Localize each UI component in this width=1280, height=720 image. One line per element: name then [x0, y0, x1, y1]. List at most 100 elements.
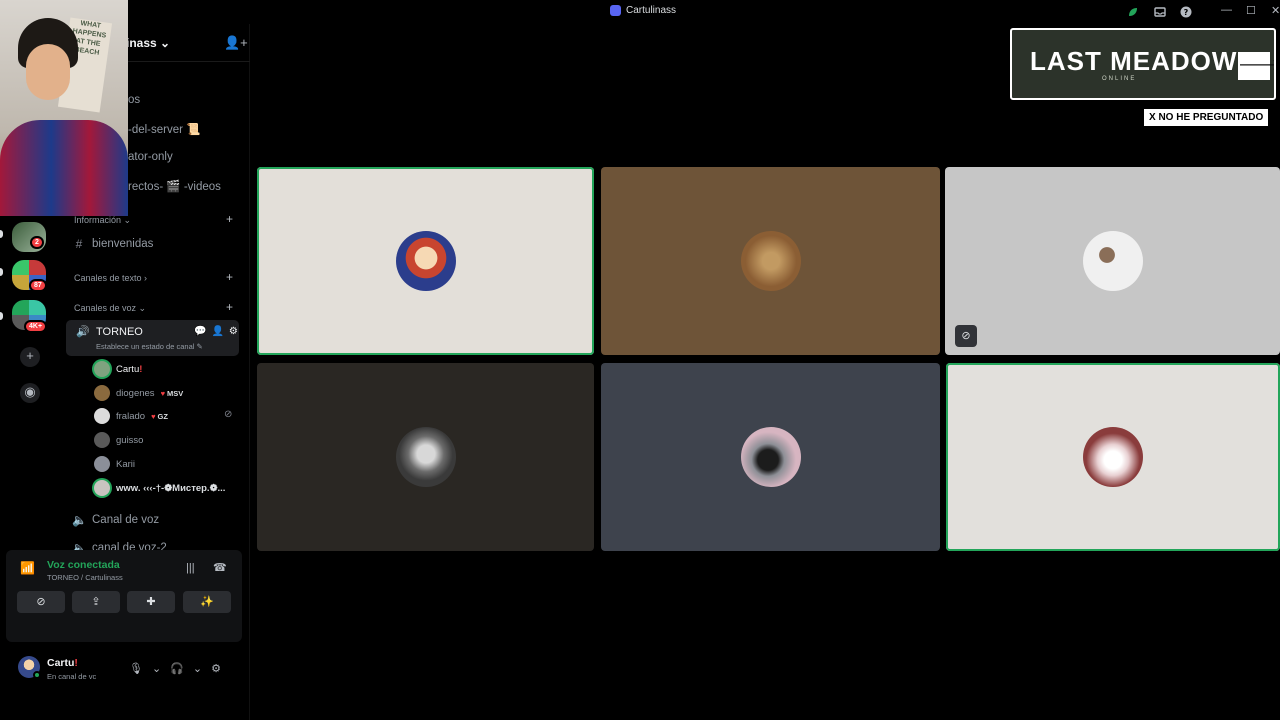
gear-icon[interactable]: ⚙	[229, 326, 238, 337]
server-badge-3: 4K+	[24, 320, 48, 333]
channel-label: ator-only	[128, 151, 173, 163]
video-tile[interactable]: ⊘	[945, 167, 1280, 355]
create-channel-icon[interactable]: +	[226, 212, 233, 226]
avatar[interactable]	[18, 656, 41, 679]
voice-connected-subtitle[interactable]: TORNEO / Cartulinass	[47, 573, 123, 582]
channel-item[interactable]: -del-server 📜	[128, 122, 200, 136]
channel-item[interactable]: os	[128, 94, 140, 106]
muted-mic-icon: ⊘	[955, 325, 977, 347]
server-badge-2: 87	[29, 279, 47, 292]
channel-label: bienvenidas	[92, 238, 154, 250]
explore-compass-icon[interactable]: ◉	[20, 383, 40, 403]
user-status: En canal de vc	[47, 672, 97, 681]
camera-off-button[interactable]: ⊘	[17, 591, 65, 613]
server-name: inass ⌄	[126, 36, 171, 50]
add-server-icon[interactable]: +	[20, 347, 40, 367]
category-text-channels[interactable]: Canales de texto ›	[74, 273, 147, 283]
noise-suppression-icon[interactable]: |||	[186, 562, 195, 574]
create-channel-icon[interactable]: +	[226, 270, 233, 284]
online-status-dot	[33, 671, 41, 679]
avatar	[94, 480, 110, 496]
invite-people-icon[interactable]: 👤+	[224, 35, 248, 51]
chevron-down-icon[interactable]: ⌄	[193, 662, 202, 675]
gear-icon[interactable]: ⚙	[211, 662, 221, 675]
chevron-down-icon[interactable]: ⌄	[152, 662, 161, 675]
avatar	[740, 231, 801, 291]
channel-label: rectos- 🎬 -videos	[128, 181, 221, 193]
voice-channel-item[interactable]: 🔈 Canal de voz	[72, 513, 159, 527]
video-tile[interactable]	[257, 363, 594, 551]
text-channel-hash-icon: #	[75, 237, 83, 251]
voice-member[interactable]: Cartu!	[94, 361, 142, 377]
member-flag: !	[139, 363, 143, 375]
voice-connection-panel: 📶 Voz conectada TORNEO / Cartulinass |||…	[6, 550, 242, 642]
member-name: Cartu	[116, 363, 140, 375]
minimize-button[interactable]: —	[1221, 4, 1232, 16]
invite-icon[interactable]: 👤	[211, 326, 223, 337]
category-info[interactable]: Información ⌄	[74, 215, 131, 226]
heart-icon: ♥	[151, 411, 156, 421]
disconnect-icon[interactable]: ☎	[213, 561, 227, 574]
banner-subtitle: ONLINE	[1102, 76, 1137, 82]
server-indicator	[0, 230, 3, 238]
close-window-button[interactable]: ✕	[1271, 4, 1280, 17]
voice-channel-torneo[interactable]: 🔊 TORNEO Establece un estado de canal ✎ …	[66, 320, 239, 356]
category-voice-channels[interactable]: Canales de voz ⌄	[74, 303, 146, 314]
voice-member[interactable]: diogenes ♥ MSV	[94, 385, 183, 401]
speaker-icon: 🔈	[72, 513, 87, 527]
voice-member[interactable]: www. ‹‹‹-†-❁Мистер.❁...	[94, 480, 225, 496]
window-title: Cartulinass	[610, 5, 676, 16]
streamer-face	[26, 44, 70, 100]
member-name: Karii	[116, 458, 136, 470]
server-indicator	[0, 268, 3, 276]
screen-share-button[interactable]: ⇪	[72, 591, 120, 613]
voice-connected-title[interactable]: Voz conectada	[47, 559, 120, 571]
video-tile[interactable]	[257, 167, 594, 355]
member-name: fralado	[116, 410, 146, 422]
arrow-right-icon[interactable]: 🡒	[1238, 52, 1274, 80]
voice-member[interactable]: fralado ♥ GZ	[94, 408, 168, 424]
speaker-icon: 🔊	[76, 326, 90, 338]
guild-tag-text: MSV	[167, 388, 184, 398]
nitro-leaf-icon[interactable]	[1127, 6, 1139, 18]
soundboard-button[interactable]: ✨	[183, 591, 231, 613]
channel-status[interactable]: Establece un estado de canal ✎	[96, 342, 203, 351]
user-controls: 🎙 ⌄ 🎧 ⌄ ⚙	[129, 662, 221, 675]
video-tile[interactable]	[601, 167, 940, 355]
avatar	[395, 231, 456, 291]
help-icon[interactable]: ?	[1180, 6, 1192, 18]
heart-icon: ♥	[160, 388, 166, 398]
inbox-icon[interactable]	[1154, 6, 1166, 18]
create-channel-icon[interactable]: +	[226, 300, 233, 314]
channel-label: Canal de voz	[92, 514, 160, 526]
member-name: diogenes	[116, 387, 155, 399]
channel-item[interactable]: rectos- 🎬 -videos	[128, 179, 221, 193]
microphone-icon[interactable]: 🎙	[129, 662, 143, 675]
channel-item[interactable]: ator-only	[128, 151, 173, 163]
voice-channel-name: TORNEO	[96, 326, 143, 338]
streamer-webcam-overlay: WHAT HAPPENS AT THE BEACH	[0, 0, 128, 216]
banner-title: LAST MEADOW	[1030, 46, 1238, 76]
video-tile[interactable]	[601, 363, 940, 551]
maximize-button[interactable]: ☐	[1246, 4, 1256, 17]
user-name: Cartu!	[47, 657, 78, 669]
user-panel: Cartu! En canal de vc 🎙 ⌄ 🎧 ⌄ ⚙	[6, 646, 242, 690]
headphones-icon[interactable]: 🎧	[170, 662, 184, 675]
last-meadow-banner[interactable]: LAST MEADOW ONLINE 🡒	[1010, 28, 1276, 100]
voice-channel-actions: 💬 👤 ⚙	[194, 326, 238, 337]
avatar	[1082, 231, 1143, 291]
chat-bubble-icon[interactable]: 💬	[194, 326, 206, 337]
activities-button[interactable]: ✚	[127, 591, 175, 613]
muted-mic-icon: ⊘	[224, 409, 233, 420]
avatar	[395, 427, 456, 487]
server-badge-1: 2	[30, 236, 44, 249]
window-title-text: Cartulinass	[626, 5, 677, 16]
signal-icon[interactable]: 📶	[20, 561, 35, 575]
voice-member[interactable]: Karii	[94, 456, 135, 472]
svg-text:?: ?	[1184, 8, 1189, 17]
voice-member[interactable]: guisso	[94, 432, 143, 448]
video-tile[interactable]	[946, 363, 1280, 551]
title-bar: Cartulinass ? — ☐ ✕	[0, 0, 1280, 24]
channel-bienvenidas[interactable]: # bienvenidas	[72, 237, 154, 251]
member-name: guisso	[116, 434, 144, 446]
